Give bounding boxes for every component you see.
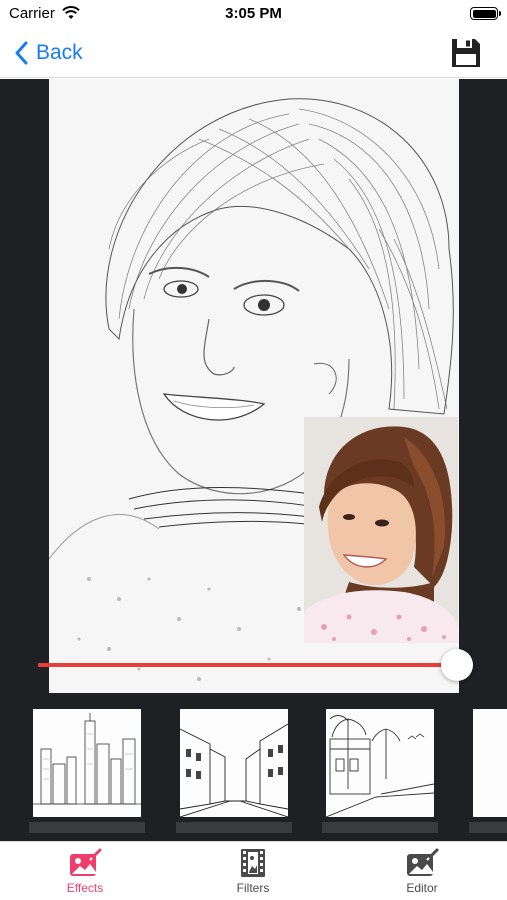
thumbnail-caption-bar [176, 822, 292, 833]
save-icon[interactable] [449, 36, 483, 70]
tab-filters[interactable]: Filters [198, 848, 308, 900]
effect-thumbnail[interactable] [180, 709, 288, 817]
tab-editor[interactable]: Editor [367, 848, 477, 900]
effect-thumbnail[interactable] [473, 709, 507, 817]
photo-canvas [0, 79, 507, 693]
back-button[interactable]: Back [14, 38, 83, 68]
clock: 3:05 PM [225, 5, 282, 22]
original-photo [304, 417, 458, 643]
filters-icon [241, 849, 265, 877]
thumbnail-caption-bar [29, 822, 145, 833]
chevron-left-icon [15, 41, 28, 65]
tab-editor-label: Editor [406, 881, 438, 895]
back-label: Back [36, 41, 83, 64]
tab-bar: Effects Filters Editor [0, 841, 507, 900]
navigation-bar: Back [0, 30, 507, 78]
slider-thumb[interactable] [441, 649, 474, 681]
battery-icon [470, 7, 501, 20]
slider-fill [38, 663, 458, 667]
status-bar: Carrier 3:05 PM [0, 0, 507, 30]
effect-thumbnail[interactable] [33, 709, 141, 817]
thumbnail-caption-bar [469, 822, 507, 833]
tab-effects[interactable]: Effects [30, 848, 140, 900]
tab-effects-label: Effects [66, 881, 104, 895]
effects-strip [0, 693, 507, 841]
effects-icon [70, 848, 102, 876]
intensity-slider[interactable] [38, 648, 474, 682]
effect-thumbnail[interactable] [326, 709, 434, 817]
thumbnail-caption-bar [322, 822, 438, 833]
tab-filters-label: Filters [236, 881, 270, 895]
editor-icon [407, 848, 439, 876]
